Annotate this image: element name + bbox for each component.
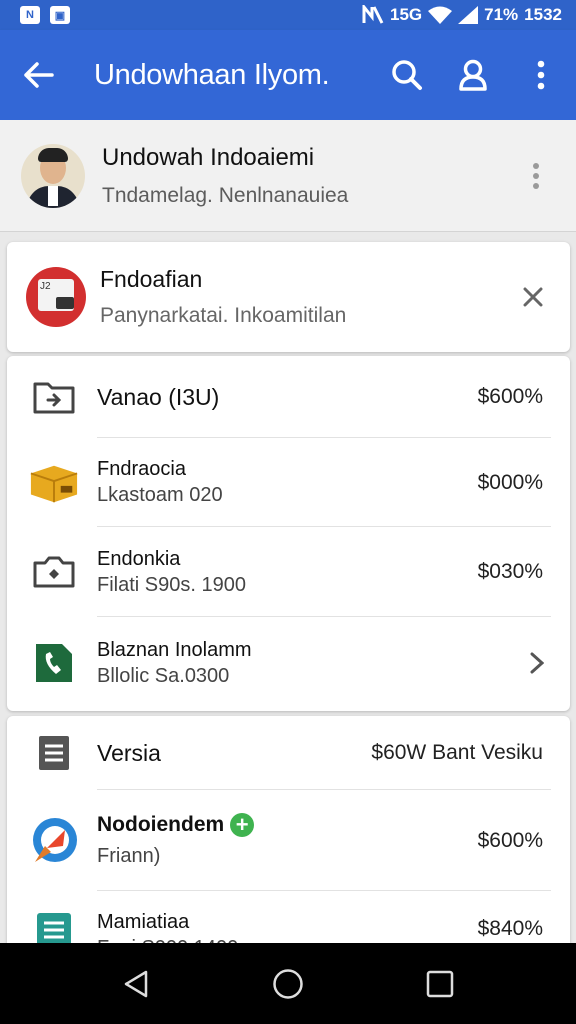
system-nav-bar <box>0 943 576 1024</box>
profile-more-button[interactable] <box>516 156 556 196</box>
item-subtitle: Filati S90s. 1900 <box>97 573 246 596</box>
nav-recents-button[interactable] <box>410 954 470 1014</box>
item-value: $600% <box>477 828 543 852</box>
item-value: $030% <box>477 560 543 583</box>
profile-subtitle: Tndamelag. Nenlnanauiea <box>102 183 349 207</box>
square-recents-icon <box>426 970 454 997</box>
chevron-right-icon <box>530 652 544 674</box>
more-vert-icon <box>537 60 545 90</box>
services-list: Versia $60W Bant Vesiku Nodoiendem + Fria… <box>7 716 570 959</box>
app-icon: J2 <box>26 267 86 327</box>
item-label: Versia <box>97 739 161 766</box>
nfc-icon <box>362 5 384 24</box>
search-button[interactable] <box>374 30 440 120</box>
back-button[interactable] <box>0 30 78 120</box>
account-button[interactable] <box>440 30 506 120</box>
item-value: $600% <box>477 385 543 408</box>
list-item[interactable]: Versia $60W Bant Vesiku <box>7 716 570 790</box>
list-item[interactable]: Vanao (I3U) $600% <box>7 356 570 438</box>
search-icon <box>392 60 422 90</box>
sim-card-icon: N <box>20 6 40 24</box>
nav-back-button[interactable] <box>106 954 166 1014</box>
item-title: Fndraocia <box>97 458 186 480</box>
folder-share-icon <box>33 382 75 414</box>
notification-title: Fndoafian <box>100 266 203 292</box>
arrow-back-icon <box>24 62 54 88</box>
signal-icon <box>458 6 479 24</box>
notification-card[interactable]: J2 Fndoafian Panynarkatai. Inkoamitilan <box>7 242 570 352</box>
list-item[interactable]: Endonkia Filati S90s. 1900 $030% <box>7 527 570 617</box>
network-type: 15G <box>390 5 423 24</box>
rocket-icon <box>33 817 77 862</box>
notification-subtitle: Panynarkatai. Inkoamitilan <box>100 304 347 327</box>
item-title: Nodoiendem <box>97 812 225 836</box>
item-open-button[interactable] <box>530 652 544 674</box>
circle-home-icon <box>273 968 303 999</box>
battery-level: 71% <box>484 5 519 24</box>
transactions-list: Vanao (I3U) $600% Fndraocia Lkastoam 020… <box>7 356 570 711</box>
status-bar: N ▣ 15G 71% 1532 <box>0 0 576 30</box>
item-title: Blaznan Inolamm <box>97 638 252 661</box>
avatar <box>21 143 85 208</box>
dismiss-button[interactable] <box>513 277 553 317</box>
more-vert-icon <box>533 162 539 189</box>
account-icon <box>459 59 487 91</box>
list-item[interactable]: Fndraocia Lkastoam 020 $000% <box>7 438 570 527</box>
nav-home-button[interactable] <box>258 954 318 1014</box>
item-value: $60W Bant Vesiku <box>371 741 543 764</box>
list-item[interactable]: Nodoiendem + Friann) $600% <box>7 790 570 891</box>
triangle-back-icon <box>124 970 148 997</box>
item-subtitle: Lkastoam 020 <box>97 484 223 506</box>
add-badge-icon[interactable]: + <box>230 813 255 838</box>
app-bar-title: Undowhaan Ilyom. <box>94 58 330 91</box>
item-value: $840% <box>477 917 543 940</box>
package-icon <box>30 465 78 502</box>
screenshot-icon: ▣ <box>50 6 70 24</box>
camera-icon <box>33 556 75 588</box>
item-value: $000% <box>477 470 543 494</box>
more-options-button[interactable] <box>506 30 576 120</box>
profile-name: Undowah Indoaiemi <box>102 143 315 171</box>
phone-file-icon <box>36 644 72 682</box>
list-item[interactable]: Blaznan Inolamm Bllolic Sa.0300 <box>7 617 570 709</box>
profile-header[interactable]: Undowah Indoaiemi Tndamelag. Nenlnanauie… <box>0 120 576 232</box>
item-label: Vanao (I3U) <box>97 383 220 410</box>
item-subtitle: Friann) <box>97 845 161 868</box>
close-icon <box>523 287 543 307</box>
item-title: Mamiatiaa <box>97 911 190 933</box>
item-subtitle: Bllolic Sa.0300 <box>97 664 230 687</box>
wifi-icon <box>428 6 453 24</box>
item-title: Endonkia <box>97 547 181 570</box>
clock: 1532 <box>524 5 562 24</box>
document-icon <box>39 736 69 770</box>
app-bar: Undowhaan Ilyom. <box>0 30 576 120</box>
